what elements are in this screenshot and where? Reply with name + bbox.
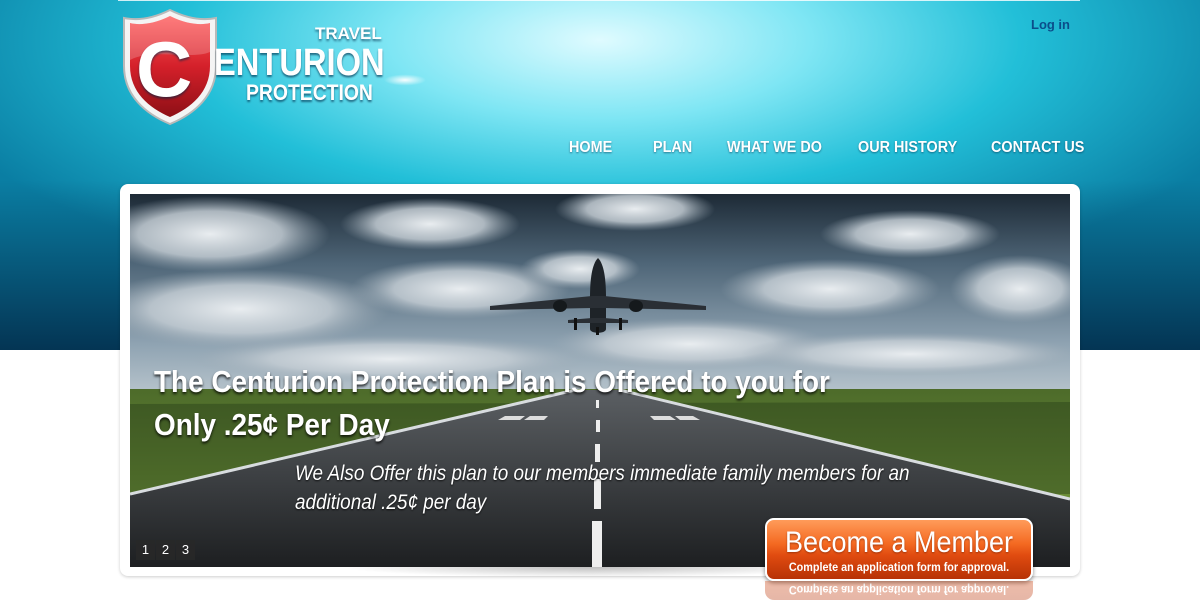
cta-reflection-text: Complete an application form for approva… (788, 583, 1010, 597)
nav-item-plan[interactable]: PLAN (653, 139, 692, 157)
banner-subline-line1: We Also Offer this plan to our members i… (295, 462, 910, 485)
cta-reflection: Complete an application form for approva… (765, 581, 1033, 600)
slide-pager: 1 2 3 (136, 540, 196, 560)
main-nav: HOME PLAN WHAT WE DO OUR HISTORY CONTACT… (0, 139, 1200, 161)
login-link[interactable]: Log in (1031, 17, 1070, 32)
nav-item-what-we-do[interactable]: WHAT WE DO (727, 139, 822, 157)
logo-centurion-text: ENTURION (214, 42, 385, 84)
logo-sparkle (370, 60, 440, 100)
cta-subtitle: Complete an application form for approva… (788, 560, 1010, 574)
become-member-button[interactable]: Become a Member Complete an application … (765, 518, 1033, 581)
slide-page-1-button[interactable]: 1 (136, 540, 155, 560)
logo-letter: C (136, 25, 193, 113)
logo-protection-text: PROTECTION (246, 80, 373, 105)
banner-subline-line2: additional .25¢ per day (295, 491, 487, 514)
site-logo[interactable]: C TRAVEL ENTURION PROTECTION (122, 8, 452, 128)
hero-banner: The Centurion Protection Plan is Offered… (130, 194, 1070, 567)
top-divider (118, 0, 1080, 1)
logo-travel-text: TRAVEL (315, 24, 382, 43)
slide-page-3-button[interactable]: 3 (176, 540, 195, 560)
banner-headline-line2: Only .25¢ Per Day (154, 407, 390, 442)
nav-item-our-history[interactable]: OUR HISTORY (858, 139, 957, 157)
nav-item-home[interactable]: HOME (569, 139, 612, 157)
cta-title: Become a Member (784, 526, 1014, 559)
banner-headline-line1: The Centurion Protection Plan is Offered… (154, 364, 830, 399)
slide-page-2-button[interactable]: 2 (156, 540, 175, 560)
nav-item-contact-us[interactable]: CONTACT US (991, 139, 1084, 157)
